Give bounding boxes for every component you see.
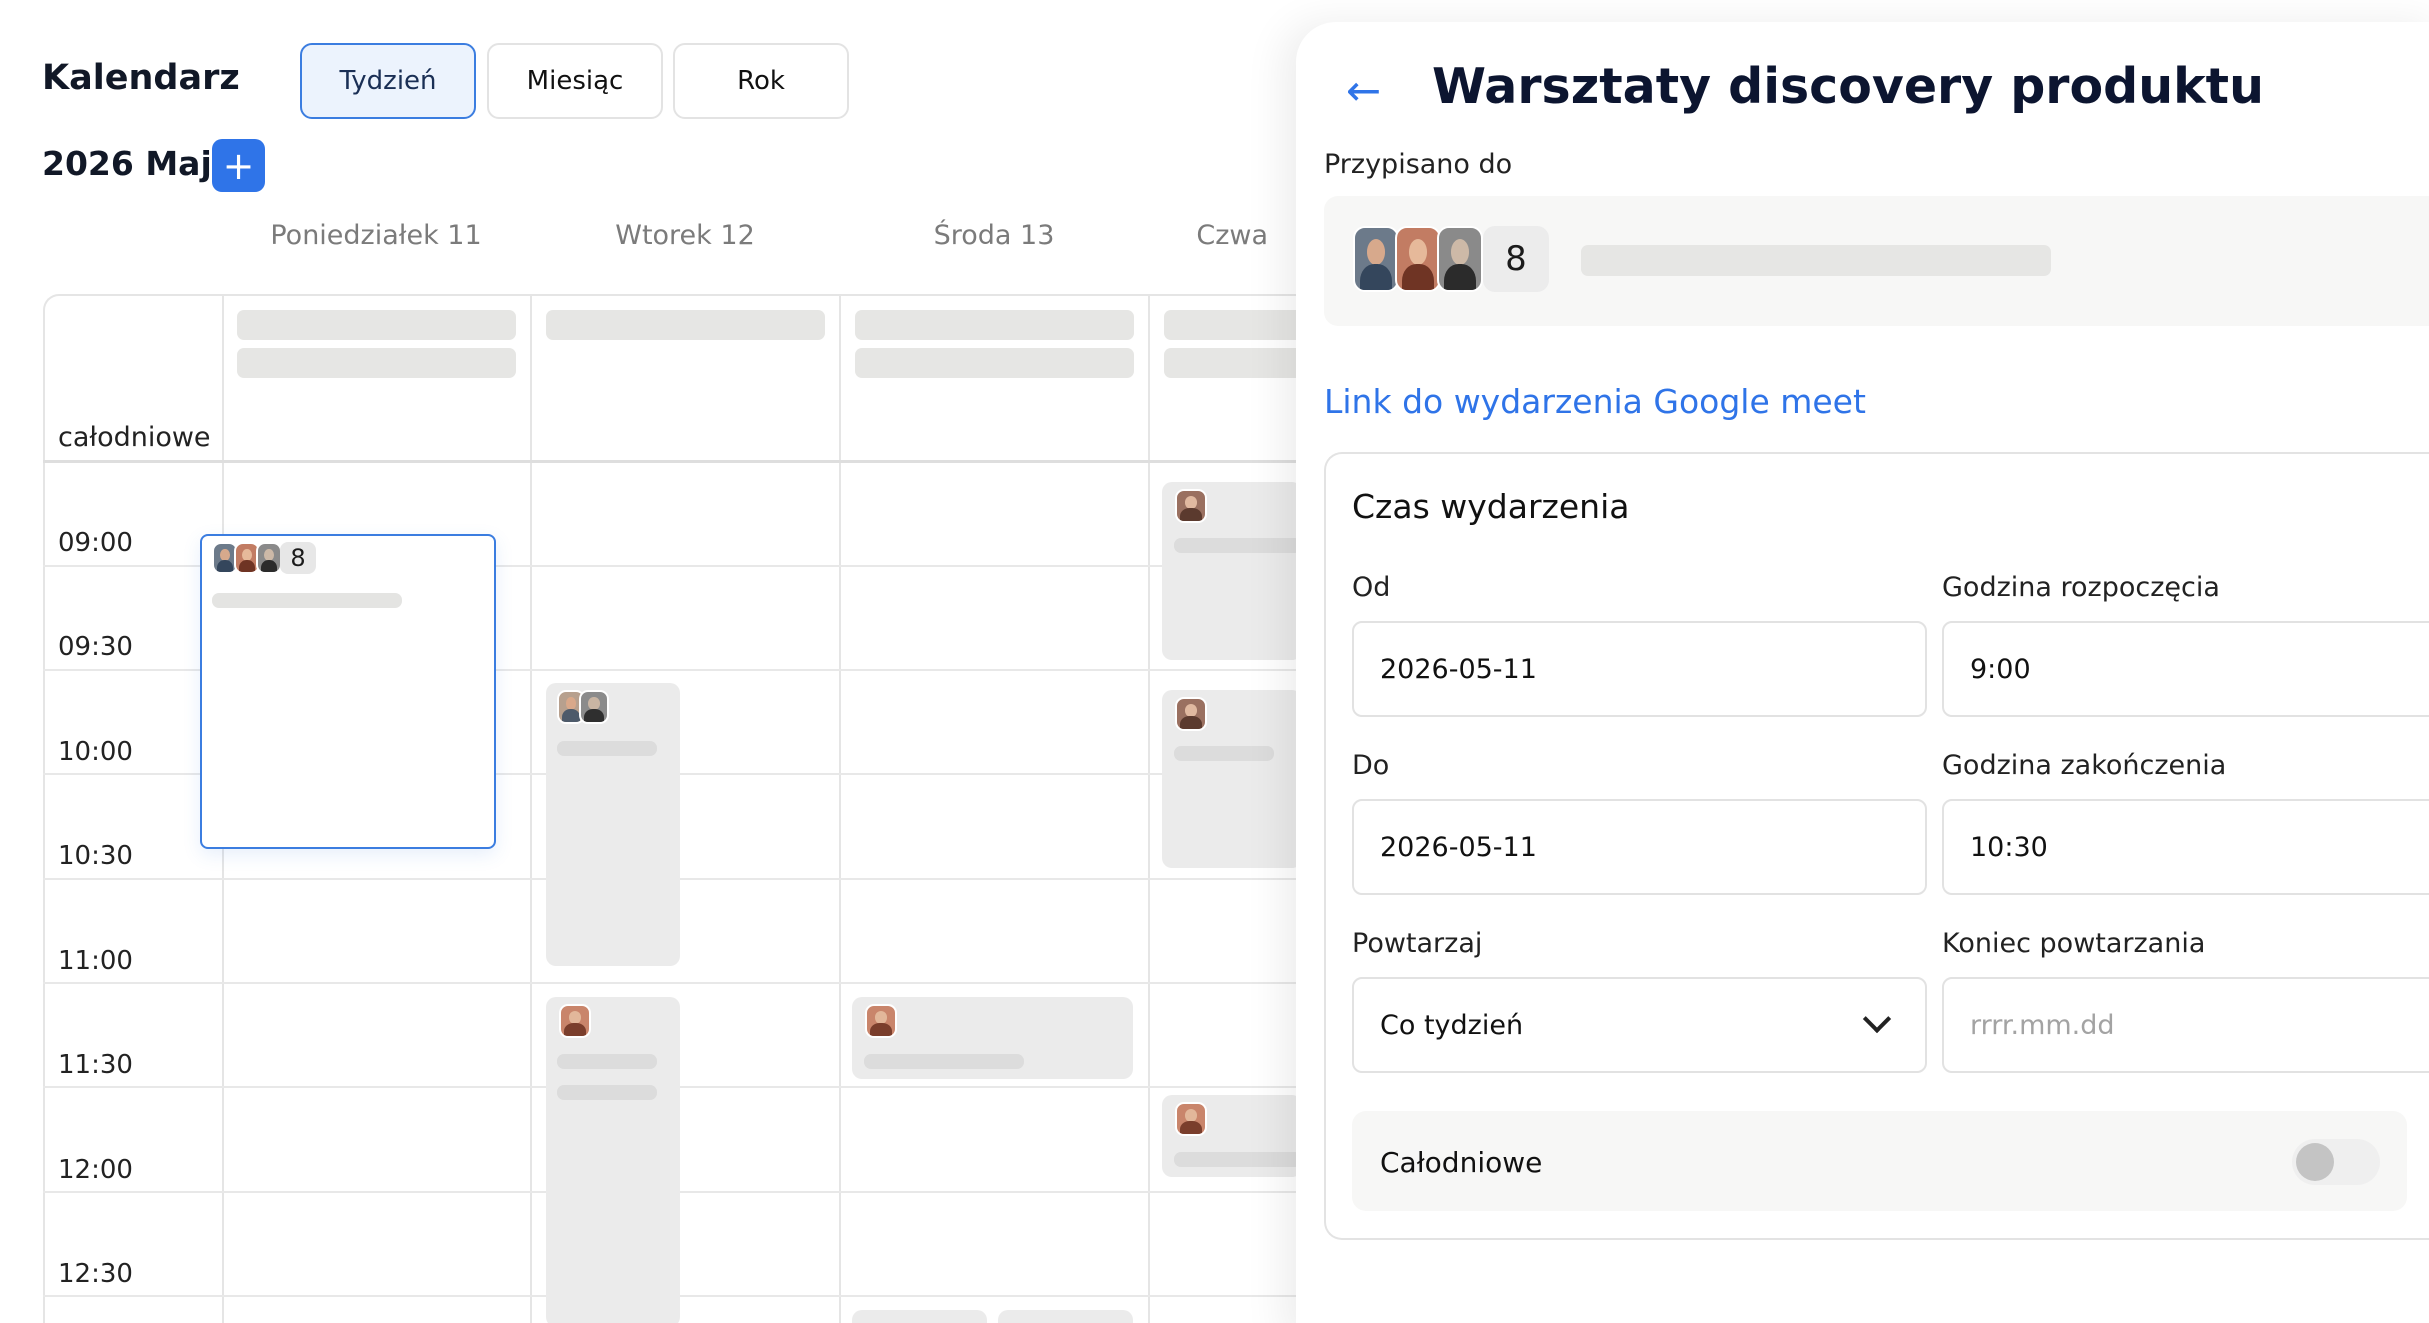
- allday-event-placeholder[interactable]: [855, 310, 1134, 340]
- attendee-avatar: [865, 1004, 897, 1038]
- event-title-placeholder: [557, 1085, 657, 1100]
- to-date-label: Do: [1352, 750, 1390, 781]
- selected-event[interactable]: [200, 534, 496, 849]
- start-time-label: Godzina rozpoczęcia: [1942, 572, 2220, 603]
- to-date-input[interactable]: 2026-05-11: [1352, 799, 1927, 895]
- time-label: 11:30: [58, 1050, 133, 1080]
- event-title-placeholder: [1174, 1152, 1302, 1167]
- day-header-thursday[interactable]: Czwa: [1068, 220, 1268, 251]
- day-header-tuesday[interactable]: Wtorek 12: [535, 220, 835, 251]
- event-title-placeholder: [212, 593, 402, 608]
- view-month-button[interactable]: Miesiąc: [487, 43, 663, 119]
- grid-divider: [530, 294, 532, 1323]
- grid-divider: [839, 294, 841, 1323]
- grid-divider: [1148, 294, 1150, 1323]
- event-block[interactable]: [546, 997, 680, 1323]
- add-event-button[interactable]: +: [212, 139, 265, 192]
- event-title-placeholder: [1174, 538, 1302, 553]
- repeat-select[interactable]: Co tydzień: [1352, 977, 1927, 1073]
- attendee-avatar: [256, 542, 282, 574]
- plus-icon: +: [222, 143, 255, 188]
- time-label: 10:30: [58, 841, 133, 871]
- grid-divider: [43, 1191, 1343, 1193]
- view-year-button[interactable]: Rok: [673, 43, 849, 119]
- event-title-placeholder: [864, 1054, 1024, 1069]
- end-time-input[interactable]: 10:30: [1942, 799, 2429, 895]
- calendar-title: Kalendarz: [42, 58, 240, 98]
- repeat-end-placeholder: rrrr.mm.dd: [1970, 1009, 2115, 1041]
- time-label: 10:00: [58, 737, 133, 767]
- time-label: 11:00: [58, 946, 133, 976]
- start-time-value: 9:00: [1970, 653, 2031, 685]
- repeat-value: Co tydzień: [1380, 1009, 1524, 1041]
- arrow-left-icon[interactable]: ←: [1346, 66, 1381, 115]
- allday-toggle-label: Całodniowe: [1380, 1146, 1543, 1179]
- grid-divider: [43, 982, 1343, 984]
- google-meet-link[interactable]: Link do wydarzenia Google meet: [1324, 382, 1866, 421]
- attendee-count-badge: 8: [280, 542, 316, 574]
- month-label: 2026 Maj: [42, 144, 212, 183]
- start-time-input[interactable]: 9:00: [1942, 621, 2429, 717]
- chevron-down-icon: [1862, 1004, 1892, 1034]
- event-block[interactable]: [998, 1310, 1133, 1323]
- attendee-avatar: [1437, 226, 1483, 292]
- event-title: Warsztaty discovery produktu: [1432, 58, 2264, 115]
- event-time-title: Czas wydarzenia: [1352, 487, 1630, 526]
- grid-divider: [43, 1295, 1343, 1297]
- end-time-value: 10:30: [1970, 831, 2048, 863]
- attendee-avatar: [559, 1004, 591, 1038]
- repeat-label: Powtarzaj: [1352, 928, 1483, 959]
- toggle-knob: [2296, 1143, 2334, 1181]
- from-date-input[interactable]: 2026-05-11: [1352, 621, 1927, 717]
- time-label: 12:30: [58, 1259, 133, 1289]
- attendee-avatar: [1175, 489, 1207, 523]
- repeat-end-label: Koniec powtarzania: [1942, 928, 2206, 959]
- time-label: 09:30: [58, 632, 133, 662]
- allday-event-placeholder[interactable]: [1164, 348, 1304, 378]
- attendee-count-badge[interactable]: 8: [1483, 226, 1549, 292]
- time-label: 12:00: [58, 1155, 133, 1185]
- event-block[interactable]: [546, 683, 680, 966]
- to-date-value: 2026-05-11: [1380, 831, 1537, 863]
- allday-event-placeholder[interactable]: [237, 310, 516, 340]
- allday-toggle[interactable]: [2292, 1139, 2380, 1185]
- allday-event-placeholder[interactable]: [1164, 310, 1304, 340]
- allday-divider: [43, 460, 1343, 463]
- attendee-avatar: [579, 690, 609, 724]
- attendee-avatar: [1395, 226, 1441, 292]
- allday-row-label: całodniowe: [58, 422, 211, 453]
- allday-event-placeholder[interactable]: [546, 310, 825, 340]
- day-header-monday[interactable]: Poniedziałek 11: [226, 220, 526, 251]
- event-block[interactable]: [852, 1310, 987, 1323]
- event-title-placeholder: [557, 1054, 657, 1069]
- allday-event-placeholder[interactable]: [855, 348, 1134, 378]
- attendee-avatar: [1175, 1102, 1207, 1136]
- attendee-names-placeholder: [1581, 245, 2051, 276]
- attendee-avatar: [1175, 697, 1207, 731]
- time-label: 09:00: [58, 528, 133, 558]
- event-title-placeholder: [1174, 746, 1274, 761]
- view-week-button[interactable]: Tydzień: [300, 43, 476, 119]
- from-date-value: 2026-05-11: [1380, 653, 1537, 685]
- end-time-label: Godzina zakończenia: [1942, 750, 2227, 781]
- allday-event-placeholder[interactable]: [237, 348, 516, 378]
- assigned-label: Przypisano do: [1324, 149, 1513, 180]
- attendee-avatar: [1353, 226, 1399, 292]
- repeat-end-input[interactable]: rrrr.mm.dd: [1942, 977, 2429, 1073]
- from-date-label: Od: [1352, 572, 1391, 603]
- grid-divider: [43, 878, 1343, 880]
- grid-divider: [43, 1086, 1343, 1088]
- event-title-placeholder: [557, 741, 657, 756]
